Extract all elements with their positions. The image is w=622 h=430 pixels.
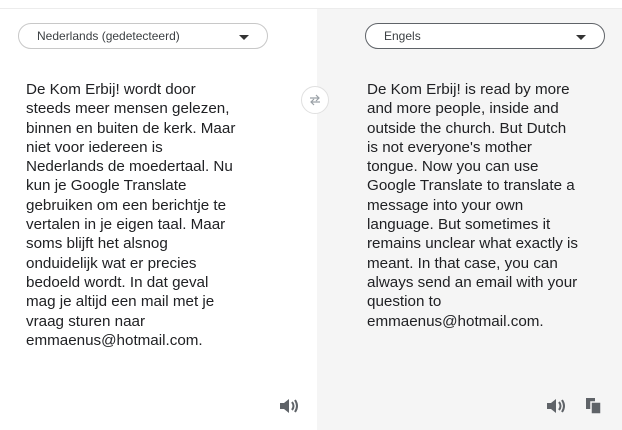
source-panel: Nederlands (gedetecteerd) De Kom Erbij! … [0,8,317,430]
chevron-down-icon [239,35,249,40]
chevron-down-icon [576,35,586,40]
swap-languages-button[interactable] [301,86,329,114]
speaker-icon[interactable] [544,394,568,418]
translate-widget: Nederlands (gedetecteerd) De Kom Erbij! … [0,0,622,430]
target-language-select[interactable]: Engels [365,23,605,49]
source-text[interactable]: De Kom Erbij! wordt door steeds meer men… [26,80,306,350]
source-language-select[interactable]: Nederlands (gedetecteerd) [18,23,268,49]
source-language-label: Nederlands (gedetecteerd) [37,29,180,43]
swap-arrows-icon [310,94,320,106]
copy-icon[interactable] [582,394,606,418]
target-language-label: Engels [384,29,421,43]
target-panel: Engels De Kom Erbij! is read by more and… [317,8,622,430]
speaker-icon[interactable] [277,394,301,418]
translated-text: De Kom Erbij! is read by more and more p… [367,81,579,330]
